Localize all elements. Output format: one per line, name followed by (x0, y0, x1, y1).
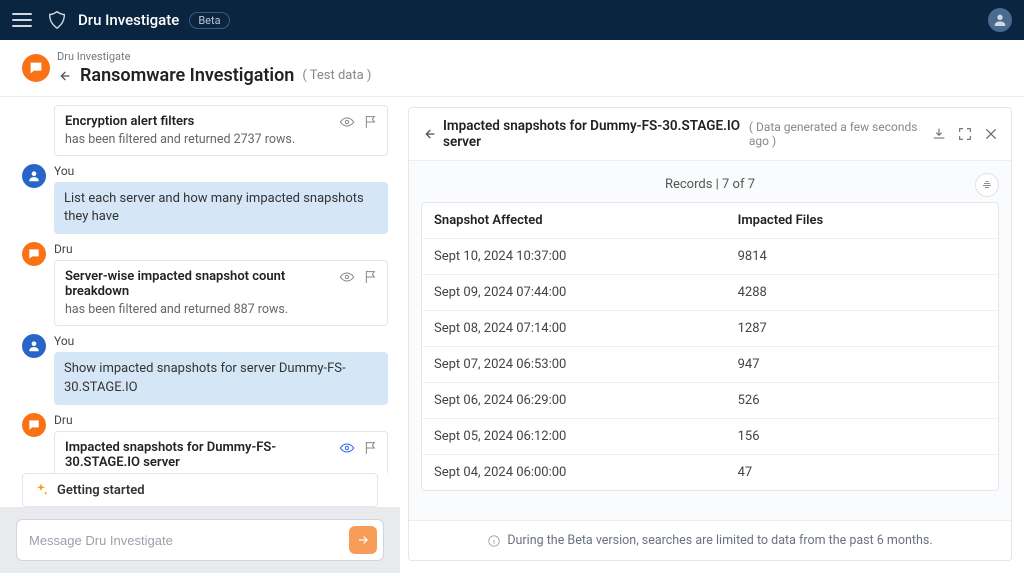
footer-text: During the Beta version, searches are li… (507, 533, 932, 548)
panel-title: Impacted snapshots for Dummy-FS-30.STAGE… (443, 118, 743, 150)
composer-area (0, 507, 400, 573)
eye-icon[interactable] (339, 114, 355, 130)
getting-started-label: Getting started (57, 483, 145, 498)
table-row[interactable]: Sept 07, 2024 06:53:00947 (422, 347, 998, 383)
flag-icon[interactable] (363, 440, 379, 456)
table-row[interactable]: Sept 08, 2024 07:14:001287 (422, 311, 998, 347)
filter-button[interactable] (975, 173, 999, 197)
page-header: Dru Investigate Ransomware Investigation… (0, 40, 1024, 97)
top-bar: Dru Investigate Beta (0, 0, 1024, 40)
panel-footer: During the Beta version, searches are li… (409, 520, 1011, 560)
app-logo-icon (46, 9, 68, 31)
back-icon[interactable] (56, 68, 72, 84)
user-avatar-icon (22, 334, 46, 358)
menu-icon[interactable] (12, 13, 32, 27)
table-row[interactable]: Sept 06, 2024 06:29:00526 (422, 383, 998, 419)
author-label: You (54, 164, 388, 178)
app-title: Dru Investigate (78, 11, 179, 29)
eye-icon[interactable] (339, 269, 355, 285)
result-card[interactable]: Server-wise impacted snapshot count brea… (54, 260, 388, 326)
flag-icon[interactable] (363, 269, 379, 285)
panel-sub: ( Data generated a few seconds ago ) (749, 120, 925, 148)
beta-badge: Beta (189, 12, 229, 29)
eye-icon[interactable] (339, 440, 355, 456)
breadcrumb[interactable]: Dru Investigate (57, 50, 371, 63)
page-title: Ransomware Investigation (80, 65, 294, 86)
getting-started-button[interactable]: Getting started (22, 473, 378, 507)
user-message: List each server and how many impacted s… (54, 182, 388, 234)
table-row[interactable]: Sept 09, 2024 07:44:004288 (422, 275, 998, 311)
card-title: Impacted snapshots for Dummy-FS-30.STAGE… (65, 440, 377, 470)
card-title: Encryption alert filters (65, 114, 377, 129)
card-subtext: has been filtered and returned 887 rows. (65, 302, 377, 317)
detail-pane: Impacted snapshots for Dummy-FS-30.STAGE… (400, 97, 1024, 573)
col-impacted: Impacted Files (738, 213, 986, 228)
result-card-active[interactable]: Impacted snapshots for Dummy-FS-30.STAGE… (54, 431, 388, 473)
message-input[interactable] (29, 533, 349, 548)
result-card[interactable]: Encryption alert filters has been filter… (54, 105, 388, 156)
page-title-tag: ( Test data ) (302, 68, 371, 83)
expand-icon[interactable] (957, 126, 973, 142)
col-snapshot: Snapshot Affected (434, 213, 738, 228)
table-header-row: Snapshot Affected Impacted Files (422, 203, 998, 239)
author-label: You (54, 334, 388, 348)
author-label: Dru (54, 242, 388, 256)
composer (16, 519, 384, 561)
table-row[interactable]: Sept 05, 2024 06:12:00156 (422, 419, 998, 455)
bot-avatar-icon (22, 413, 46, 437)
close-icon[interactable] (983, 126, 999, 142)
user-avatar-icon[interactable] (988, 8, 1012, 32)
table-row[interactable]: Sept 10, 2024 10:37:009814 (422, 239, 998, 275)
sparkle-icon (33, 482, 49, 498)
results-table: Snapshot Affected Impacted Files Sept 10… (421, 202, 999, 491)
records-count: Records | 7 of 7 (665, 177, 755, 192)
user-message: Show impacted snapshots for server Dummy… (54, 352, 388, 404)
author-label: Dru (54, 413, 388, 427)
user-avatar-icon (22, 164, 46, 188)
bot-avatar-icon (22, 242, 46, 266)
panel-back-icon[interactable] (421, 126, 437, 142)
chat-icon (22, 54, 50, 82)
panel-header: Impacted snapshots for Dummy-FS-30.STAGE… (409, 108, 1011, 161)
send-button[interactable] (349, 526, 377, 554)
download-icon[interactable] (931, 126, 947, 142)
card-title: Server-wise impacted snapshot count brea… (65, 269, 377, 299)
flag-icon[interactable] (363, 114, 379, 130)
conversation-pane: Encryption alert filters has been filter… (0, 97, 400, 573)
table-row[interactable]: Sept 04, 2024 06:00:0047 (422, 455, 998, 490)
card-subtext: has been filtered and returned 2737 rows… (65, 132, 377, 147)
info-icon (487, 534, 501, 548)
